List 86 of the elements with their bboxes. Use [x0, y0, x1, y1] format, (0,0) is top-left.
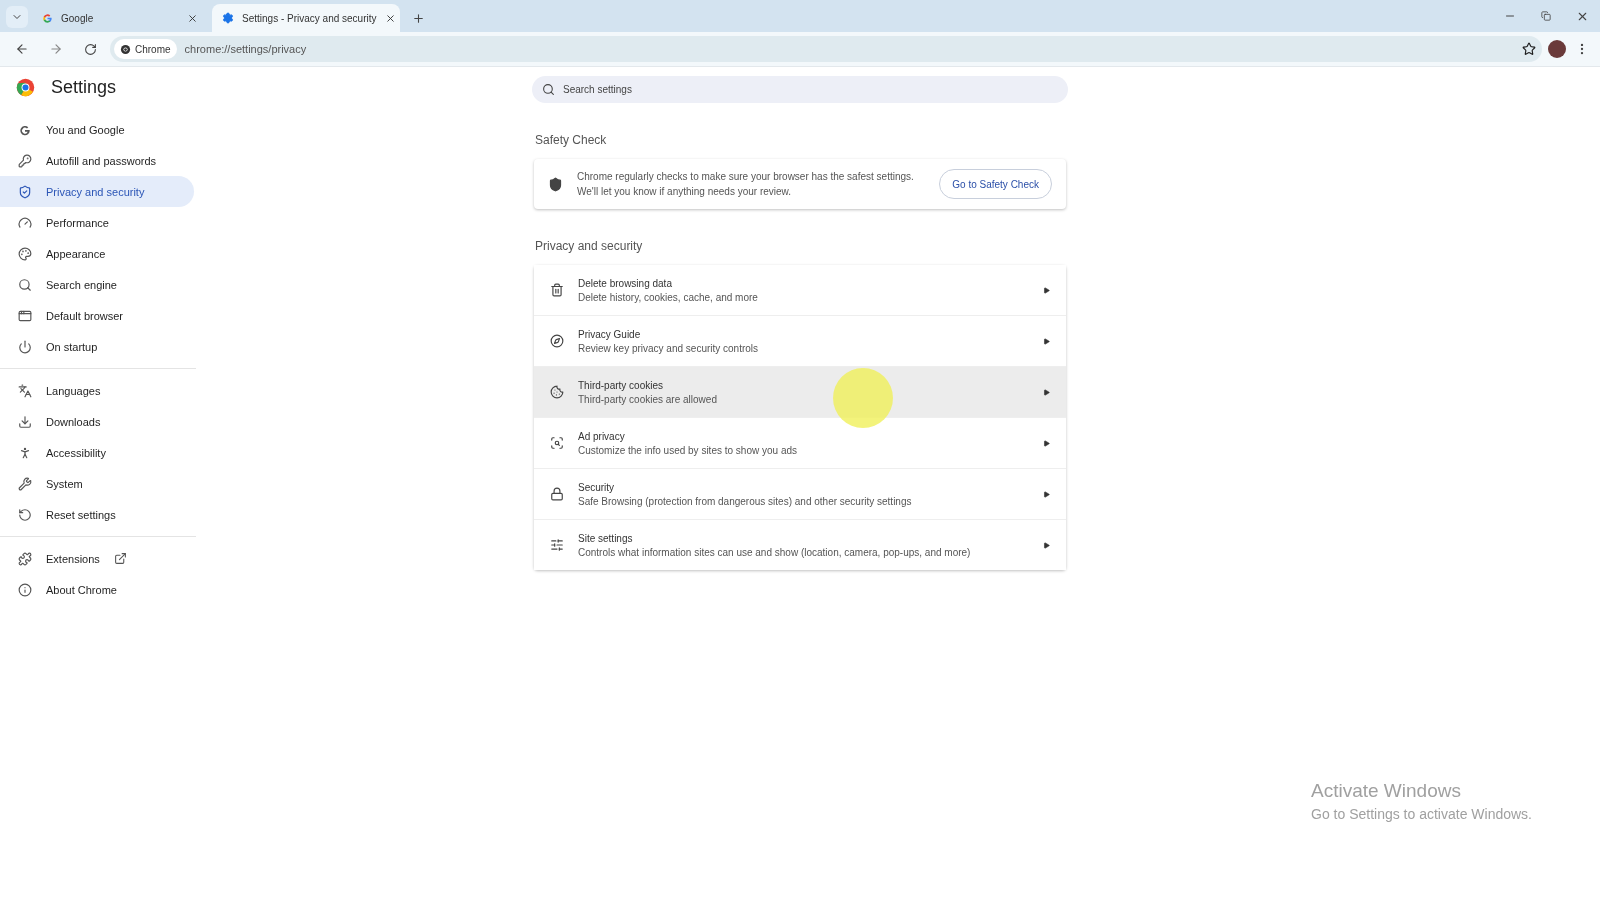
chrome-logo-icon [120, 43, 131, 55]
row-title: Ad privacy [578, 430, 626, 442]
plus-icon [411, 11, 425, 25]
sidebar-item[interactable]: System [0, 468, 194, 499]
sidebar-item[interactable]: Search engine [0, 269, 194, 300]
reset-icon [18, 507, 32, 522]
sidebar-item[interactable]: Reset settings [0, 499, 194, 530]
g-logo-icon [42, 12, 53, 24]
search-icon [542, 83, 555, 96]
safety-check-button[interactable]: Go to Safety Check [939, 169, 1052, 199]
arrow-right-icon [1043, 439, 1050, 447]
external-link-icon [113, 552, 127, 565]
chrome-logo-icon [16, 78, 35, 97]
shield-icon [18, 184, 32, 199]
row-title: Delete browsing data [578, 277, 673, 289]
sidebar-item[interactable]: Accessibility [0, 437, 194, 468]
row-subtitle: Review key privacy and security controls [578, 342, 760, 354]
row-title: Third-party cookies [578, 379, 665, 391]
key-icon [18, 153, 32, 168]
search-field[interactable]: Search settings [532, 76, 1068, 103]
arrow-right-icon [1043, 388, 1050, 396]
search-icon [18, 277, 32, 292]
settings-row[interactable]: Delete browsing data Delete history, cookies, cache, and more [534, 265, 1066, 315]
activation-title: Activate Windows [1311, 780, 1462, 802]
lock-icon [550, 487, 564, 501]
settings-row[interactable]: Site settings Controls what information sites can use and show (location, camera, pop-ups, and more) [534, 519, 1066, 570]
tab-search-button[interactable] [6, 6, 28, 28]
url-text: chrome://settings/privacy [184, 43, 308, 55]
trash-icon [550, 283, 564, 297]
browser-tab[interactable]: Settings - Privacy and security [212, 4, 400, 32]
sidebar-item[interactable]: About Chrome [0, 574, 194, 605]
person-icon [18, 445, 32, 460]
sidebar-item[interactable]: You and Google [0, 114, 194, 145]
sidebar-item[interactable]: Downloads [0, 406, 194, 437]
row-subtitle: Delete history, cookies, cache, and more [578, 291, 759, 303]
arrow-right-icon [1043, 337, 1050, 345]
palette-icon [18, 246, 32, 261]
row-subtitle: Customize the info used by sites to show you ads [578, 444, 798, 456]
gear-icon [222, 12, 234, 24]
settings-row[interactable]: Ad privacy Customize the info used by sites to show you ads [534, 417, 1066, 468]
sidebar-item[interactable]: Appearance [0, 238, 194, 269]
shield-icon [548, 176, 563, 192]
window-icon [18, 308, 32, 323]
sidebar-item[interactable]: Performance [0, 207, 194, 238]
site-chip[interactable]: Chrome [114, 39, 177, 59]
sidebar-item[interactable]: Languages [0, 375, 194, 406]
section-heading: Safety Check [535, 133, 608, 147]
forward-arrow-icon [49, 42, 63, 56]
row-title: Privacy Guide [578, 328, 642, 340]
row-subtitle: Third-party cookies are allowed [578, 393, 718, 405]
sidebar-item[interactable]: On startup [0, 331, 194, 362]
row-subtitle: Controls what information sites can use and show (location, camera, pop-ups, and more) [578, 546, 972, 558]
profile-avatar[interactable] [1548, 40, 1566, 58]
gauge-icon [18, 215, 32, 230]
row-subtitle: Safe Browsing (protection from dangerous sites) and other security settings [578, 495, 913, 507]
power-icon [18, 339, 32, 354]
arrow-right-icon [1043, 286, 1050, 294]
activation-subtitle: Go to Settings to activate Windows. [1311, 806, 1532, 822]
close-icon[interactable] [384, 12, 396, 24]
address-bar[interactable]: Chrome chrome://settings/privacy [110, 36, 1542, 62]
sidebar-item[interactable]: Default browser [0, 300, 194, 331]
section-heading: Privacy and security [535, 239, 644, 253]
settings-row[interactable]: Third-party cookies Third-party cookies are allowed [534, 366, 1066, 417]
sliders-icon [550, 538, 564, 552]
download-icon [18, 414, 32, 429]
browser-tab[interactable]: Google [32, 4, 208, 32]
close-icon[interactable] [187, 12, 198, 24]
row-title: Security [578, 481, 616, 493]
row-title: Site settings [578, 532, 634, 544]
translate-icon [18, 383, 32, 398]
sidebar-item[interactable]: Extensions [0, 543, 194, 574]
arrow-right-icon [1043, 490, 1050, 498]
safety-check-text: Chrome regularly checks to make sure your browser has the safest settings. We'll let you know if anything needs your review. [577, 170, 915, 199]
restore-icon [1541, 11, 1551, 21]
sidebar-item[interactable]: Privacy and security [0, 176, 194, 207]
arrow-right-icon [1043, 541, 1050, 549]
settings-title: Settings [51, 77, 117, 98]
compass-icon [550, 334, 564, 348]
sidebar-item[interactable]: Autofill and passwords [0, 145, 194, 176]
settings-row[interactable]: Security Safe Browsing (protection from dangerous sites) and other security settings [534, 468, 1066, 519]
wrench-icon [18, 476, 32, 491]
reload-icon [83, 42, 97, 56]
settings-row[interactable]: Privacy Guide Review key privacy and security controls [534, 315, 1066, 366]
cookie-icon [550, 385, 564, 399]
puzzle-icon [18, 551, 32, 566]
bookmark-star-icon[interactable] [1522, 42, 1536, 56]
